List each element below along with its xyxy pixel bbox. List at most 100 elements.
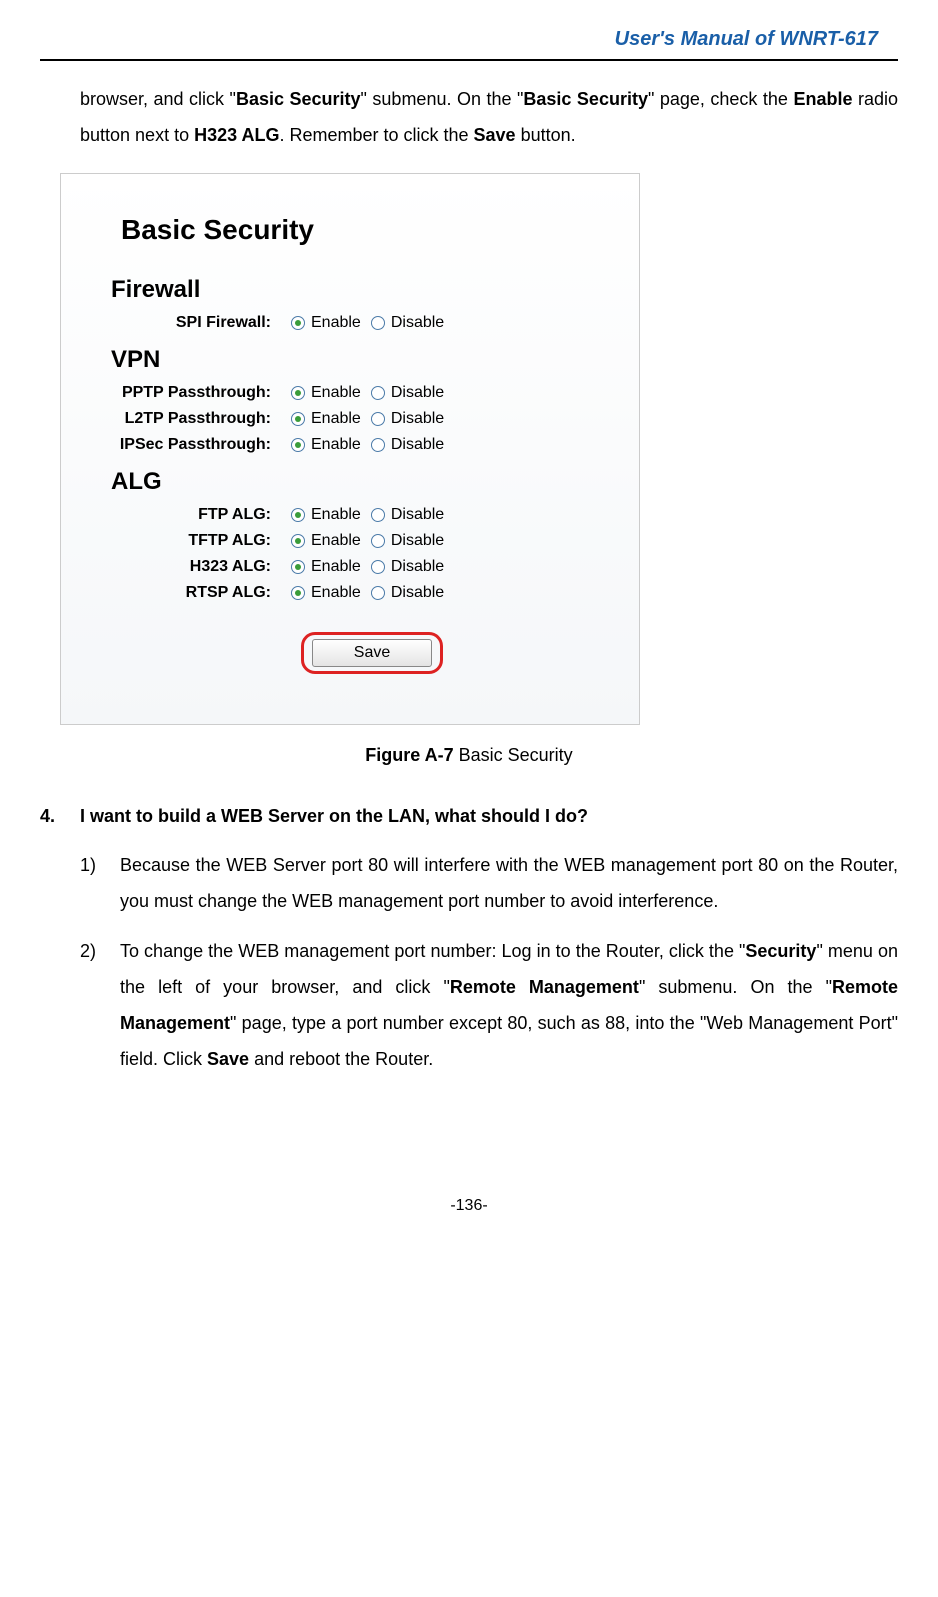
text-bold: Save bbox=[474, 125, 516, 145]
screenshot-title: Basic Security bbox=[121, 214, 599, 246]
radio-label: Enable bbox=[311, 384, 361, 402]
radio-icon bbox=[291, 412, 305, 426]
radio-label: Disable bbox=[391, 558, 444, 576]
radio-icon bbox=[291, 386, 305, 400]
radio-ipsec-enable[interactable]: Enable bbox=[291, 436, 361, 454]
radio-icon bbox=[371, 534, 385, 548]
row-ftp-alg: FTP ALG: Enable Disable bbox=[101, 506, 599, 524]
radio-label: Disable bbox=[391, 532, 444, 550]
label-spi-firewall: SPI Firewall: bbox=[101, 314, 291, 332]
radio-icon bbox=[371, 560, 385, 574]
figure-text: Basic Security bbox=[454, 745, 573, 765]
radio-icon bbox=[371, 386, 385, 400]
radio-l2tp-disable[interactable]: Disable bbox=[371, 410, 444, 428]
list-item: 2) To change the WEB management port num… bbox=[80, 933, 898, 1077]
radio-label: Enable bbox=[311, 532, 361, 550]
radio-label: Disable bbox=[391, 506, 444, 524]
text-bold: Security bbox=[745, 941, 816, 961]
radio-icon bbox=[371, 508, 385, 522]
radio-pptp-enable[interactable]: Enable bbox=[291, 384, 361, 402]
save-button[interactable]: Save bbox=[312, 639, 432, 667]
alg-heading: ALG bbox=[111, 468, 599, 496]
page-number: -136- bbox=[40, 1197, 898, 1215]
label-ftp-alg: FTP ALG: bbox=[101, 506, 291, 524]
manual-title: User's Manual of WNRT-617 bbox=[40, 20, 898, 51]
radio-label: Disable bbox=[391, 436, 444, 454]
item-number: 2) bbox=[80, 933, 120, 1077]
radio-icon bbox=[291, 560, 305, 574]
row-pptp: PPTP Passthrough: Enable Disable bbox=[101, 384, 599, 402]
text-bold: Save bbox=[207, 1049, 249, 1069]
radio-ipsec-disable[interactable]: Disable bbox=[371, 436, 444, 454]
radio-icon bbox=[371, 586, 385, 600]
item-text: To change the WEB management port number… bbox=[120, 933, 898, 1077]
radio-spi-enable[interactable]: Enable bbox=[291, 314, 361, 332]
text-bold: H323 ALG bbox=[194, 125, 279, 145]
text-bold: Remote Management bbox=[450, 977, 639, 997]
save-highlight: Save bbox=[301, 632, 443, 674]
save-area: Save bbox=[301, 632, 599, 674]
text: " submenu. On the " bbox=[639, 977, 832, 997]
basic-security-screenshot: Basic Security Firewall SPI Firewall: En… bbox=[60, 173, 640, 725]
label-pptp: PPTP Passthrough: bbox=[101, 384, 291, 402]
text: and reboot the Router. bbox=[249, 1049, 433, 1069]
radio-icon bbox=[291, 316, 305, 330]
label-tftp-alg: TFTP ALG: bbox=[101, 532, 291, 550]
label-h323-alg: H323 ALG: bbox=[101, 558, 291, 576]
row-l2tp: L2TP Passthrough: Enable Disable bbox=[101, 410, 599, 428]
list-item: 1) Because the WEB Server port 80 will i… bbox=[80, 847, 898, 919]
item-number: 1) bbox=[80, 847, 120, 919]
row-spi-firewall: SPI Firewall: Enable Disable bbox=[101, 314, 599, 332]
radio-icon bbox=[291, 534, 305, 548]
row-h323-alg: H323 ALG: Enable Disable bbox=[101, 558, 599, 576]
label-ipsec: IPSec Passthrough: bbox=[101, 436, 291, 454]
radio-icon bbox=[291, 508, 305, 522]
radio-pptp-disable[interactable]: Disable bbox=[371, 384, 444, 402]
figure-caption: Figure A-7 Basic Security bbox=[40, 745, 898, 766]
question-number: 4. bbox=[40, 806, 80, 827]
radio-rtsp-enable[interactable]: Enable bbox=[291, 584, 361, 602]
radio-label: Disable bbox=[391, 314, 444, 332]
radio-tftp-enable[interactable]: Enable bbox=[291, 532, 361, 550]
radio-spi-disable[interactable]: Disable bbox=[371, 314, 444, 332]
text-bold: Basic Security bbox=[523, 89, 648, 109]
row-tftp-alg: TFTP ALG: Enable Disable bbox=[101, 532, 599, 550]
radio-label: Disable bbox=[391, 384, 444, 402]
radio-icon bbox=[371, 316, 385, 330]
radio-ftp-disable[interactable]: Disable bbox=[371, 506, 444, 524]
text: To change the WEB management port number… bbox=[120, 941, 745, 961]
text-bold: Basic Security bbox=[236, 89, 361, 109]
radio-tftp-disable[interactable]: Disable bbox=[371, 532, 444, 550]
intro-paragraph: browser, and click "Basic Security" subm… bbox=[80, 81, 898, 153]
radio-label: Disable bbox=[391, 584, 444, 602]
text: " page, check the bbox=[648, 89, 793, 109]
radio-label: Enable bbox=[311, 410, 361, 428]
firewall-heading: Firewall bbox=[111, 276, 599, 304]
radio-icon bbox=[291, 586, 305, 600]
vpn-heading: VPN bbox=[111, 346, 599, 374]
radio-h323-enable[interactable]: Enable bbox=[291, 558, 361, 576]
radio-label: Enable bbox=[311, 558, 361, 576]
text: browser, and click " bbox=[80, 89, 236, 109]
radio-ftp-enable[interactable]: Enable bbox=[291, 506, 361, 524]
radio-label: Enable bbox=[311, 314, 361, 332]
item-text: Because the WEB Server port 80 will inte… bbox=[120, 847, 898, 919]
header-rule bbox=[40, 59, 898, 61]
radio-l2tp-enable[interactable]: Enable bbox=[291, 410, 361, 428]
radio-h323-disable[interactable]: Disable bbox=[371, 558, 444, 576]
radio-label: Enable bbox=[311, 506, 361, 524]
text: button. bbox=[516, 125, 576, 145]
radio-rtsp-disable[interactable]: Disable bbox=[371, 584, 444, 602]
text-bold: Enable bbox=[793, 89, 852, 109]
figure-number: Figure A-7 bbox=[365, 745, 453, 765]
radio-label: Enable bbox=[311, 436, 361, 454]
text: " submenu. On the " bbox=[361, 89, 524, 109]
text: . Remember to click the bbox=[279, 125, 473, 145]
question-4-heading: 4. I want to build a WEB Server on the L… bbox=[40, 806, 898, 827]
label-rtsp-alg: RTSP ALG: bbox=[101, 584, 291, 602]
row-ipsec: IPSec Passthrough: Enable Disable bbox=[101, 436, 599, 454]
answer-list: 1) Because the WEB Server port 80 will i… bbox=[80, 847, 898, 1077]
row-rtsp-alg: RTSP ALG: Enable Disable bbox=[101, 584, 599, 602]
radio-icon bbox=[371, 412, 385, 426]
radio-label: Disable bbox=[391, 410, 444, 428]
